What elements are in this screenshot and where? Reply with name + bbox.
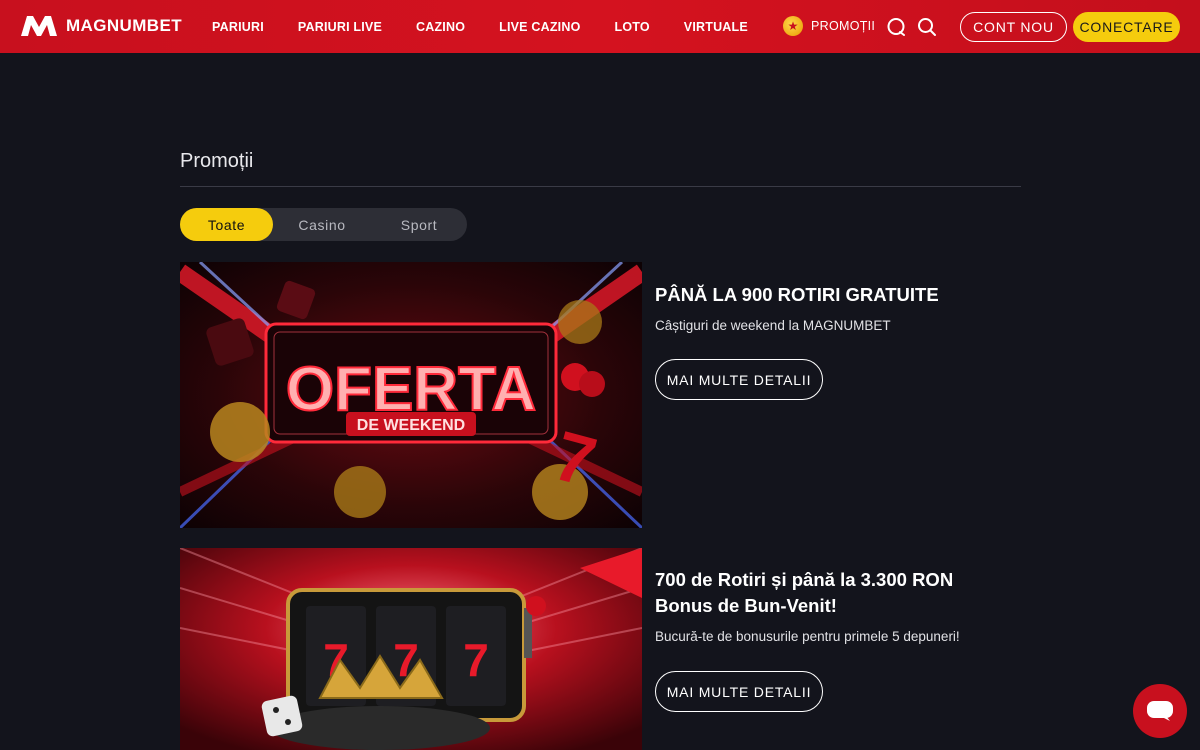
- page-title: Promoții: [180, 150, 254, 172]
- chat-bubble-icon[interactable]: [1133, 684, 1187, 738]
- tab-casino[interactable]: Casino: [273, 208, 371, 241]
- tab-sport[interactable]: Sport: [371, 208, 467, 241]
- reel-symbol-3: 7: [463, 634, 489, 686]
- top-header: MAGNUMBET PARIURI PARIURI LIVE CAZINO LI…: [0, 0, 1200, 53]
- tab-toate[interactable]: Toate: [180, 208, 273, 241]
- promo-title: PÂNĂ LA 900 ROTIRI GRATUITE: [655, 284, 939, 305]
- promo-title: 700 de Rotiri și până la 3.300 RON Bonus…: [655, 569, 954, 616]
- banner-weekend-text: DE WEEKEND: [357, 417, 465, 434]
- brand-name: MAGNUMBET: [66, 16, 182, 35]
- nav-item-pariuri-live[interactable]: PARIURI LIVE: [298, 20, 382, 34]
- chat-icon[interactable]: [886, 17, 906, 37]
- promotions-link[interactable]: ★ PROMOȚII: [783, 16, 875, 36]
- promo-details-button[interactable]: MAI MULTE DETALII: [655, 671, 823, 712]
- nav-item-live-cazino[interactable]: LIVE CAZINO: [499, 20, 580, 34]
- promo-info-2: 700 de Rotiri și până la 3.300 RON Bonus…: [655, 567, 1015, 644]
- promo-info-1: PÂNĂ LA 900 ROTIRI GRATUITE Câștiguri de…: [655, 282, 1015, 333]
- login-button[interactable]: CONECTARE: [1073, 12, 1180, 42]
- search-icon[interactable]: [917, 17, 937, 37]
- magnumbet-logo-icon: [21, 16, 57, 36]
- brand-logo[interactable]: MAGNUMBET: [20, 14, 182, 38]
- promo-filter-tabs: Toate Casino Sport: [180, 208, 467, 241]
- promo-banner-welcome[interactable]: 7 7 7: [180, 548, 642, 750]
- promo-subtitle: Bucură-te de bonusurile pentru primele 5…: [655, 629, 960, 644]
- nav-item-virtuale[interactable]: VIRTUALE: [684, 20, 748, 34]
- register-button[interactable]: CONT NOU: [960, 12, 1067, 42]
- promotions-label: PROMOȚII: [811, 19, 876, 33]
- main-nav: PARIURI PARIURI LIVE CAZINO LIVE CAZINO …: [212, 0, 782, 53]
- nav-item-pariuri[interactable]: PARIURI: [212, 20, 264, 34]
- star-icon: ★: [783, 16, 803, 36]
- nav-item-loto[interactable]: LOTO: [615, 20, 650, 34]
- promo-details-button[interactable]: MAI MULTE DETALII: [655, 359, 823, 400]
- nav-item-cazino[interactable]: CAZINO: [416, 20, 465, 34]
- promo-subtitle: Câștiguri de weekend la MAGNUMBET: [655, 318, 891, 333]
- title-divider: [180, 186, 1021, 187]
- promo-banner-weekend[interactable]: OFERTA DE WEEKEND 7: [180, 262, 642, 528]
